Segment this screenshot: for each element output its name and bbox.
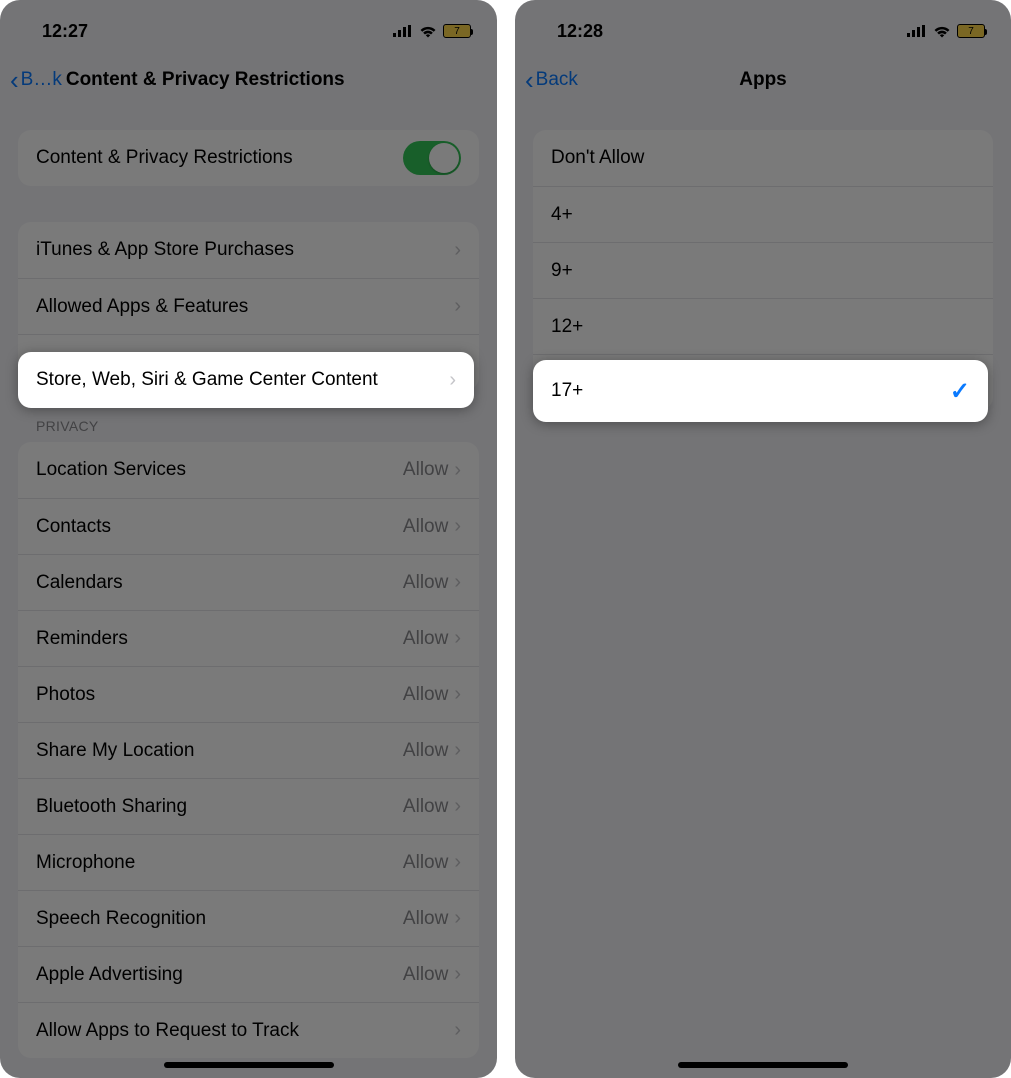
chevron-right-icon: ›	[454, 963, 461, 986]
row-label: Allow Apps to Request to Track	[36, 1020, 454, 1042]
toggle-group: Content & Privacy Restrictions	[18, 130, 479, 186]
age-rating-row[interactable]: 12+	[533, 298, 993, 354]
row-label: 12+	[551, 316, 975, 338]
row-itunes-purchases[interactable]: iTunes & App Store Purchases ›	[18, 222, 479, 278]
chevron-right-icon: ›	[454, 683, 461, 706]
back-label: Back	[536, 69, 578, 91]
chevron-right-icon: ›	[454, 295, 461, 318]
chevron-right-icon: ›	[449, 369, 456, 392]
page-title: Content & Privacy Restrictions	[66, 69, 345, 91]
content-area: Don't Allow4+9+12+17+✓	[515, 108, 1011, 1078]
row-value: Allow	[403, 628, 448, 650]
chevron-right-icon: ›	[454, 459, 461, 482]
privacy-row[interactable]: CalendarsAllow ›	[18, 554, 479, 610]
row-label: Location Services	[36, 459, 403, 481]
row-value: Allow	[403, 964, 448, 986]
chevron-left-icon: ‹	[10, 67, 19, 93]
row-value: Allow	[403, 852, 448, 874]
row-label: Calendars	[36, 572, 403, 594]
chevron-right-icon: ›	[454, 907, 461, 930]
row-value: Allow	[403, 796, 448, 818]
row-17plus-highlight[interactable]: 17+ ✓	[533, 360, 988, 422]
row-label: Photos	[36, 684, 403, 706]
row-value: Allow	[403, 572, 448, 594]
battery-icon: 7	[957, 24, 985, 38]
nav-bar: ‹ B…k Content & Privacy Restrictions	[0, 52, 497, 108]
checkmark-icon: ✓	[950, 377, 970, 406]
chevron-left-icon: ‹	[525, 67, 534, 93]
status-bar: 12:27 7	[0, 0, 497, 52]
toggle-label: Content & Privacy Restrictions	[36, 147, 403, 169]
chevron-right-icon: ›	[454, 851, 461, 874]
privacy-header: PRIVACY	[36, 418, 497, 434]
row-label: Don't Allow	[551, 147, 975, 169]
row-label: Apple Advertising	[36, 964, 403, 986]
privacy-row[interactable]: Apple AdvertisingAllow ›	[18, 946, 479, 1002]
home-indicator[interactable]	[164, 1062, 334, 1068]
page-title: Apps	[515, 69, 1011, 91]
row-value: Allow	[403, 516, 448, 538]
privacy-row[interactable]: Share My LocationAllow ›	[18, 722, 479, 778]
cellular-icon	[393, 25, 413, 37]
cellular-icon	[907, 25, 927, 37]
status-time: 12:28	[557, 21, 603, 42]
age-rating-row[interactable]: Don't Allow	[533, 130, 993, 186]
back-button[interactable]: ‹ B…k	[10, 67, 62, 93]
row-label: 4+	[551, 204, 975, 226]
toggle-switch[interactable]	[403, 141, 461, 175]
privacy-row[interactable]: Allow Apps to Request to Track›	[18, 1002, 479, 1058]
row-store-web-content-highlight[interactable]: Store, Web, Siri & Game Center Content ›	[18, 352, 474, 408]
content-privacy-toggle-row[interactable]: Content & Privacy Restrictions	[18, 130, 479, 186]
row-label: Reminders	[36, 628, 403, 650]
chevron-right-icon: ›	[454, 515, 461, 538]
row-allowed-apps[interactable]: Allowed Apps & Features ›	[18, 278, 479, 334]
age-rating-row[interactable]: 9+	[533, 242, 993, 298]
back-label: B…k	[21, 69, 62, 91]
age-rating-row[interactable]: 4+	[533, 186, 993, 242]
row-label: Share My Location	[36, 740, 403, 762]
privacy-row[interactable]: Bluetooth SharingAllow ›	[18, 778, 479, 834]
privacy-group: Location ServicesAllow›ContactsAllow›Cal…	[18, 442, 479, 1058]
chevron-right-icon: ›	[454, 571, 461, 594]
row-label: Speech Recognition	[36, 908, 403, 930]
privacy-row[interactable]: Speech RecognitionAllow ›	[18, 890, 479, 946]
battery-icon: 7	[443, 24, 471, 38]
row-value: Allow	[403, 684, 448, 706]
row-label: 9+	[551, 260, 975, 282]
home-indicator[interactable]	[678, 1062, 848, 1068]
row-label: Bluetooth Sharing	[36, 796, 403, 818]
chevron-right-icon: ›	[454, 239, 461, 262]
privacy-row[interactable]: PhotosAllow ›	[18, 666, 479, 722]
privacy-row[interactable]: MicrophoneAllow ›	[18, 834, 479, 890]
wifi-icon	[419, 25, 437, 38]
privacy-row[interactable]: ContactsAllow ›	[18, 498, 479, 554]
row-label: Contacts	[36, 516, 403, 538]
status-indicators: 7	[907, 24, 985, 38]
status-time: 12:27	[42, 21, 88, 42]
chevron-right-icon: ›	[454, 795, 461, 818]
nav-bar: ‹ Back Apps	[515, 52, 1011, 108]
row-value: Allow	[403, 908, 448, 930]
privacy-row[interactable]: Location ServicesAllow ›	[18, 442, 479, 498]
privacy-row[interactable]: RemindersAllow ›	[18, 610, 479, 666]
wifi-icon	[933, 25, 951, 38]
status-indicators: 7	[393, 24, 471, 38]
row-label: Microphone	[36, 852, 403, 874]
row-value: Allow	[403, 740, 448, 762]
chevron-right-icon: ›	[454, 739, 461, 762]
back-button[interactable]: ‹ Back	[525, 67, 578, 93]
chevron-right-icon: ›	[454, 627, 461, 650]
screenshot-right: 12:28 7 ‹ Back Apps Don't Allow 4+ 9+ 12+ 17…	[515, 0, 1011, 1078]
status-bar: 12:28 7	[515, 0, 1011, 52]
content-area: Content & Privacy Restrictions iTunes & …	[0, 108, 497, 1078]
chevron-right-icon: ›	[454, 1019, 461, 1042]
screenshot-left: 12:27 7 ‹ B…k Content & Privacy Restrict…	[0, 0, 497, 1078]
row-value: Allow	[403, 459, 448, 481]
